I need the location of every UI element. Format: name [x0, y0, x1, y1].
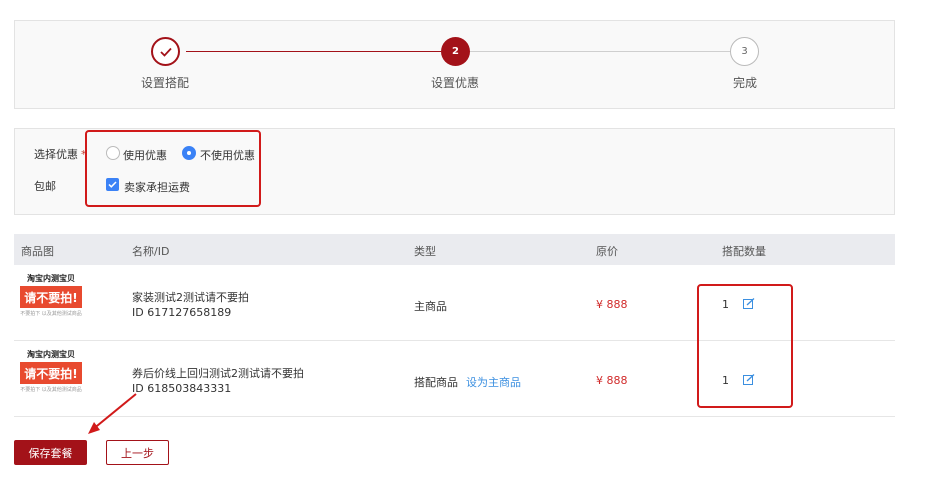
product-id: ID 617127658189	[132, 306, 232, 319]
step-1-circle	[151, 37, 180, 66]
thumb-title: 淘宝内测宝贝	[27, 350, 75, 359]
product-type-text: 主商品	[414, 300, 447, 313]
product-name: 家装测试2测试请不要拍	[132, 291, 249, 304]
thumb-title: 淘宝内测宝贝	[27, 274, 75, 283]
step-3-circle: 3	[730, 37, 759, 66]
product-price: ¥ 888	[596, 374, 628, 387]
step-line-2	[470, 51, 730, 52]
product-type: 搭配商品 设为主商品	[414, 374, 521, 390]
set-main-product-link[interactable]: 设为主商品	[466, 376, 521, 389]
product-name: 券后价线上回归测试2测试请不要拍	[132, 367, 304, 380]
steps-panel: 设置搭配 2 设置优惠 3 完成	[14, 20, 895, 109]
step-2-label: 设置优惠	[430, 76, 479, 90]
header-name: 名称/ID	[132, 245, 170, 258]
product-thumbnail: 淘宝内测宝贝 请不要拍! 不要拍下 以及其他测试商品	[20, 350, 82, 408]
check-icon	[159, 47, 172, 57]
thumb-banner: 请不要拍!	[20, 286, 82, 308]
product-type-text: 搭配商品	[414, 376, 458, 389]
header-qty: 搭配数量	[722, 245, 766, 258]
highlight-box-options	[85, 130, 261, 207]
annotation-arrow-icon	[88, 393, 137, 434]
step-1-label: 设置搭配	[140, 76, 189, 90]
product-thumbnail: 淘宝内测宝贝 请不要拍! 不要拍下 以及其他测试商品	[20, 274, 82, 332]
shipping-label: 包邮	[34, 180, 56, 193]
previous-step-button[interactable]: 上一步	[106, 440, 169, 465]
step-line-1	[186, 51, 441, 52]
highlight-box-qty	[697, 284, 793, 408]
discount-label-text: 选择优惠	[34, 148, 78, 161]
discount-label: 选择优惠 *	[34, 146, 87, 162]
step-2-circle: 2	[441, 37, 470, 66]
thumb-banner: 请不要拍!	[20, 362, 82, 384]
thumb-note: 不要拍下 以及其他测试商品	[20, 311, 82, 317]
product-price: ¥ 888	[596, 298, 628, 311]
header-type: 类型	[414, 245, 436, 258]
product-id: ID 618503843331	[132, 382, 232, 395]
save-package-button[interactable]: 保存套餐	[14, 440, 87, 465]
header-price: 原价	[596, 245, 618, 258]
product-type: 主商品	[414, 298, 447, 314]
thumb-note: 不要拍下 以及其他测试商品	[20, 387, 82, 393]
table-header: 商品图 名称/ID 类型 原价 搭配数量	[14, 234, 895, 265]
header-image: 商品图	[21, 245, 54, 258]
step-3-label: 完成	[732, 76, 757, 90]
